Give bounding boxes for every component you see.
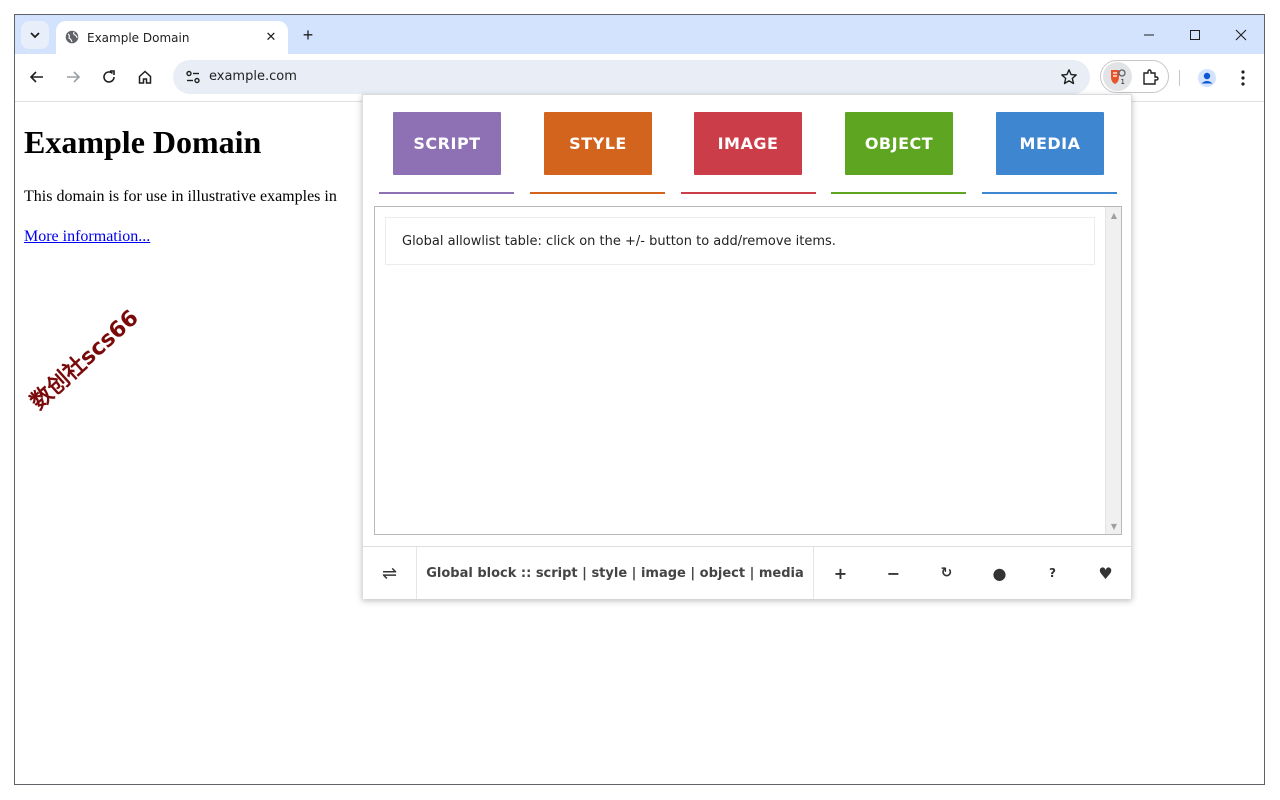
extension-popup: SCRIPT STYLE IMAGE OBJECT MEDIA Global a…	[362, 94, 1132, 599]
reload-icon[interactable]	[97, 65, 121, 89]
toolbar-divider	[1179, 70, 1180, 86]
category-media-button[interactable]: MEDIA	[996, 112, 1104, 175]
allowlist-info-row: Global allowlist table: click on the +/-…	[385, 217, 1095, 265]
globe-icon	[65, 30, 79, 44]
maximize-icon[interactable]	[1175, 23, 1215, 47]
page-description: This domain is for use in illustrative e…	[24, 188, 337, 205]
home-icon[interactable]	[133, 65, 157, 89]
style-underline	[530, 192, 665, 194]
page-heading: Example Domain	[24, 124, 262, 160]
category-image-button[interactable]: IMAGE	[694, 112, 802, 175]
tab-example-domain[interactable]: Example Domain ✕	[56, 21, 288, 54]
more-info-link[interactable]: More information...	[24, 228, 150, 246]
scroll-down-icon[interactable]: ▼	[1106, 518, 1122, 534]
tune-icon[interactable]	[181, 65, 205, 89]
remove-button[interactable]: −	[867, 547, 920, 599]
category-object-button[interactable]: OBJECT	[845, 112, 953, 175]
address-bar[interactable]: example.com	[173, 60, 1090, 94]
puzzle-icon[interactable]	[1139, 66, 1161, 88]
record-button[interactable]: ●	[973, 547, 1026, 599]
shield-icon[interactable]: 1	[1103, 62, 1132, 91]
help-button[interactable]: ?	[1026, 547, 1079, 599]
tab-title: Example Domain	[87, 31, 190, 45]
person-icon[interactable]	[1195, 66, 1219, 90]
chevron-down-icon[interactable]	[21, 21, 49, 49]
back-arrow-icon[interactable]	[25, 65, 49, 89]
minimize-icon[interactable]	[1129, 23, 1169, 47]
scrollbar[interactable]: ▲ ▼	[1105, 207, 1121, 534]
reload-button[interactable]: ↻	[920, 547, 973, 599]
category-style-button[interactable]: STYLE	[544, 112, 652, 175]
forward-arrow-icon[interactable]	[61, 65, 85, 89]
kebab-menu-icon[interactable]	[1231, 66, 1255, 90]
close-icon[interactable]: ✕	[262, 28, 280, 46]
swap-icon[interactable]: ⇌	[363, 547, 417, 599]
global-block-label[interactable]: Global block :: script | style | image |…	[417, 547, 814, 599]
url-text[interactable]: example.com	[209, 69, 297, 84]
heart-button[interactable]: ♥	[1079, 547, 1132, 599]
popup-footer: ⇌ Global block :: script | style | image…	[363, 546, 1131, 599]
category-script-button[interactable]: SCRIPT	[393, 112, 501, 175]
add-button[interactable]: +	[814, 547, 867, 599]
allowlist-table[interactable]: Global allowlist table: click on the +/-…	[374, 206, 1122, 535]
extension-badge: 1	[1120, 78, 1124, 86]
script-underline	[379, 192, 514, 194]
allowlist-info-text: Global allowlist table: click on the +/-…	[402, 234, 836, 249]
image-underline	[681, 192, 816, 194]
extensions-area: 1	[1100, 60, 1169, 93]
media-underline	[982, 192, 1117, 194]
object-underline	[831, 192, 966, 194]
close-window-icon[interactable]	[1221, 23, 1261, 47]
plus-icon[interactable]: +	[298, 25, 318, 45]
star-icon[interactable]	[1058, 66, 1080, 88]
tab-strip: Example Domain ✕ +	[15, 15, 1264, 54]
scroll-up-icon[interactable]: ▲	[1106, 207, 1122, 223]
